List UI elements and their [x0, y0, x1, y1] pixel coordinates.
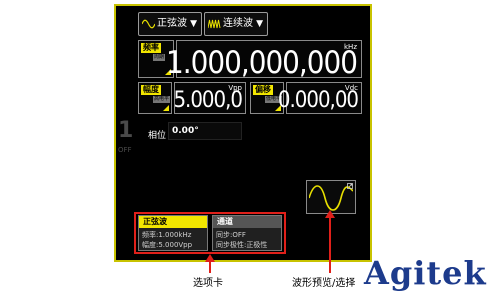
tabs-caption: 选项卡: [193, 278, 223, 289]
tab-channel[interactable]: 通道 同步:OFF 同步极性:正极性: [212, 215, 282, 251]
amplitude-value: 5.000,0: [173, 88, 243, 113]
tab-channel-title: 通道: [213, 216, 281, 228]
tab-sine-wave-line-2: 幅度:5.000Vpp: [142, 241, 193, 249]
tab-channel-line-1: 同步:OFF: [216, 231, 246, 239]
frequency-value: 1.000,000,000: [166, 45, 358, 81]
amplitude-key[interactable]: 幅度 高电平: [138, 82, 172, 114]
preview-arrow-shaft: [329, 217, 331, 273]
mode-select[interactable]: 连续波 ▼: [204, 12, 268, 36]
frequency-field[interactable]: kHz 1.000,000,000: [166, 40, 362, 81]
offset-field[interactable]: Vdc 0.000,00: [278, 82, 362, 114]
chevron-down-icon: ▼: [256, 19, 263, 29]
tab-channel-line-2: 同步极性:正极性: [216, 241, 268, 249]
amplitude-field[interactable]: Vpp 5.000,0: [173, 82, 246, 114]
tab-sine-wave-title: 正弦波: [139, 216, 207, 228]
waveform-preview[interactable]: [306, 180, 356, 214]
expand-icon: [347, 183, 353, 189]
mode-select-value: 连续波: [223, 18, 253, 29]
channel-state: OFF: [118, 146, 132, 154]
tab-sine-wave-line-1: 频率:1.000kHz: [142, 231, 192, 239]
waveform-select-value: 正弦波: [157, 18, 187, 29]
chevron-down-icon: ▼: [190, 19, 197, 29]
tabs-arrow-shaft: [209, 261, 211, 273]
period-subtag: 周期: [153, 54, 166, 61]
phase-value: 0.00°: [172, 126, 199, 136]
phase-label: 相位: [148, 131, 167, 141]
sine-wave-icon: [142, 19, 155, 29]
amplitude-tag: 幅度: [141, 85, 161, 95]
channel-number: 1: [118, 118, 134, 143]
corner-marker-icon: [163, 105, 169, 111]
frequency-tag: 频率: [141, 43, 161, 53]
burst-wave-icon: [208, 19, 221, 29]
waveform-select[interactable]: 正弦波 ▼: [138, 12, 202, 36]
offset-tag: 偏移: [253, 85, 273, 95]
tab-sine-wave[interactable]: 正弦波 频率:1.000kHz 幅度:5.000Vpp: [138, 215, 208, 251]
preview-caption: 波形预览/选择: [292, 278, 356, 289]
high-level-subtag: 高电平: [153, 96, 171, 103]
phase-field[interactable]: 0.00°: [168, 122, 242, 140]
agitek-logo: Agitek: [364, 254, 487, 292]
offset-value: 0.000,00: [277, 88, 359, 113]
